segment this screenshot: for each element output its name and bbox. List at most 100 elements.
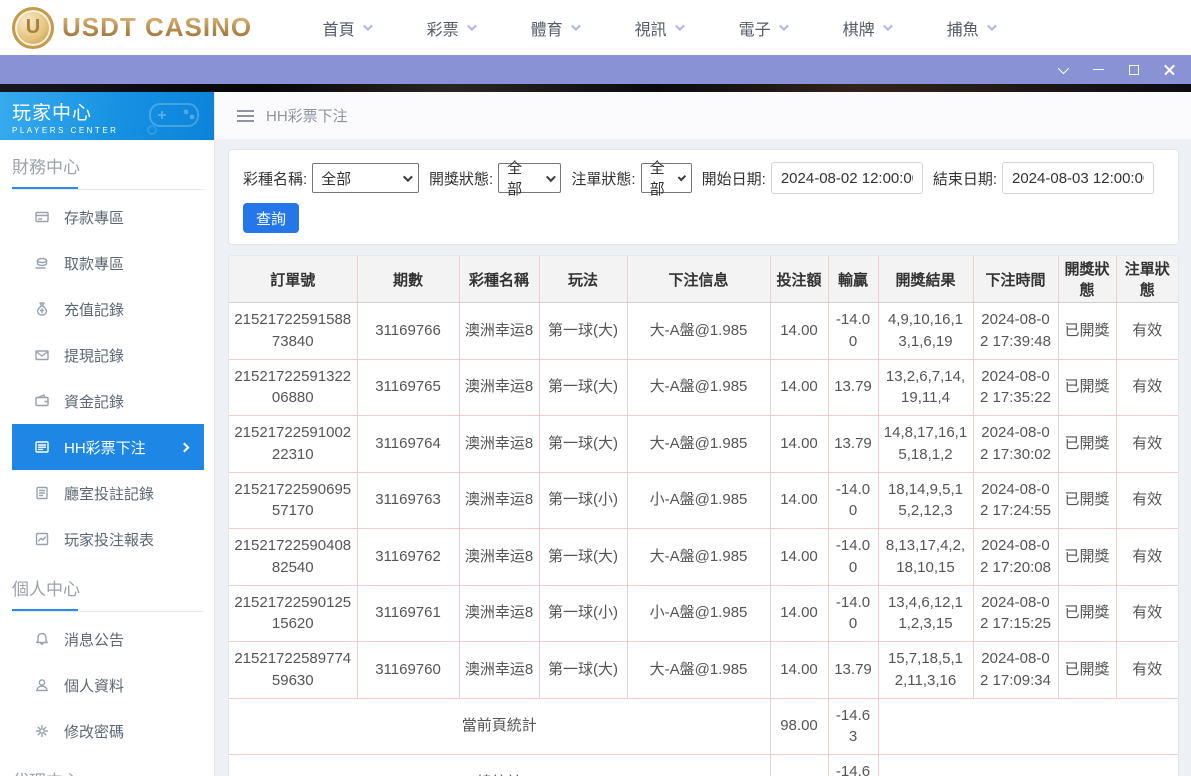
draw-status-select[interactable]: 全部 [498, 160, 562, 198]
table-cell: 澳洲幸运8 [458, 415, 540, 473]
table-cell: 31169760 [356, 641, 460, 699]
hall-bets-icon [36, 486, 48, 500]
summary-label: 總統計 [229, 754, 771, 776]
order-status-select[interactable]: 全部 [640, 160, 692, 198]
nav-item-2[interactable]: 體育 [502, 16, 606, 40]
table-cell: 2024-08-02 17:39:48 [972, 302, 1059, 360]
sidebar-item-label: 提現記錄 [64, 347, 125, 365]
table-cell: 13,2,6,7,14,19,11,4 [877, 358, 974, 416]
nav-item-3[interactable]: 視訊 [606, 16, 710, 40]
sidebar-item-玩家投注報表[interactable]: 玩家投注報表 [12, 516, 204, 562]
sidebar-item-存款專區[interactable]: 存款專區 [12, 194, 204, 240]
table-cell: 31169762 [356, 528, 460, 586]
nav-item-1[interactable]: 彩票 [398, 16, 502, 40]
window-minimize-button[interactable] [1091, 63, 1105, 77]
table-cell: 13,4,6,12,11,2,3,15 [877, 584, 974, 642]
table-cell: 澳洲幸运8 [458, 584, 540, 642]
table-cell: 第一球(小) [538, 584, 628, 642]
sidebar-item-提現記錄[interactable]: 提現記錄 [12, 332, 204, 378]
nav-item-0[interactable]: 首頁 [294, 16, 398, 40]
table-cell: 14.00 [769, 358, 829, 416]
table-cell: 2024-08-02 17:35:22 [972, 358, 1059, 416]
withdraw-icon [35, 257, 48, 269]
table-cell: 有效 [1115, 471, 1178, 529]
sidebar-item-label: 個人資料 [64, 677, 125, 695]
nav-item-label: 電子 [738, 21, 771, 39]
table-cell: 2024-08-02 17:09:34 [972, 641, 1059, 699]
player-report-icon [35, 532, 49, 546]
nav-item-5[interactable]: 棋牌 [814, 16, 918, 40]
query-button[interactable]: 查詢 [243, 203, 300, 233]
table-cell: -14.00 [827, 584, 879, 642]
summary-winloss-total: -14.63 [827, 754, 879, 776]
column-header: 彩種名稱 [458, 256, 540, 303]
table-cell: 4,9,10,16,13,1,6,19 [877, 302, 974, 360]
sidebar-item-修改密碼[interactable]: 修改密碼 [12, 708, 204, 754]
table-cell: -14.00 [827, 471, 879, 529]
start-date-label: 開始日期: [701, 170, 766, 188]
table-cell: 已開獎 [1057, 302, 1117, 360]
table-cell: 18,14,9,5,15,2,12,3 [877, 471, 974, 529]
table-cell: 澳洲幸运8 [458, 358, 540, 416]
nav-item-label: 體育 [530, 21, 563, 39]
chevron-down-icon [570, 21, 581, 32]
nav-item-6[interactable]: 捕魚 [918, 16, 1022, 40]
sidebar-item-資金記錄[interactable]: 資金記錄 [12, 378, 204, 424]
table-cell: 13.79 [827, 641, 879, 699]
grand-total-row: 總統計98.00-14.63 [229, 754, 1178, 776]
end-date-label: 結束日期: [932, 170, 997, 188]
sidebar-item-取款專區[interactable]: 取款專區 [12, 240, 204, 286]
table-cell: 第一球(大) [538, 302, 628, 360]
table-cell: 大-A盤@1.985 [626, 641, 771, 699]
sidebar-item-廳室投註記錄[interactable]: 廳室投註記錄 [12, 470, 204, 516]
window-close-button[interactable] [1163, 63, 1177, 77]
brand-name: USDT CASINO [62, 12, 253, 42]
sidebar-item-HH彩票下注[interactable]: HH彩票下注 [12, 424, 204, 470]
table-cell: 已開獎 [1057, 471, 1117, 529]
sidebar-item-label: 存款專區 [64, 209, 125, 227]
chevron-down-icon [466, 21, 477, 32]
menu-toggle-icon[interactable] [237, 109, 254, 122]
table-cell: 2024-08-02 17:30:02 [972, 415, 1059, 473]
filter-panel: 彩種名稱: 全部 開獎狀態: 全部 注單狀態: 全部 開始日期: 2024-08… [228, 149, 1179, 245]
lottery-name-select[interactable]: 全部 [312, 163, 419, 193]
bell-icon [36, 632, 48, 645]
bets-table: 訂單號 期數 彩種名稱 玩法 下注信息 投注額 輸贏 開獎結果 下注時間 開獎狀態 注單狀態 215… [229, 256, 1178, 776]
table-cell: 2152172259158873840 [229, 302, 358, 360]
main-nav: 首頁 彩票 體育 視訊 電子 棋牌 捕魚 [294, 16, 1022, 40]
table-cell: 2152172258977459630 [229, 641, 358, 699]
table-cell: 13.79 [827, 415, 879, 473]
table-cell: 31169764 [356, 415, 460, 473]
table-cell: 31169766 [356, 302, 460, 360]
table-cell: 2152172259132206880 [229, 358, 358, 416]
sidebar-item-label: 玩家投注報表 [64, 531, 155, 549]
table-cell: 第一球(大) [538, 641, 628, 699]
table-cell: 2152172259012515620 [229, 584, 358, 642]
table-row: 2152172259040882540 31169762 澳洲幸运8 第一球(大) 大-… [229, 528, 1178, 586]
table-cell: 澳洲幸运8 [458, 302, 540, 360]
page-body: 彩種名稱: 全部 開獎狀態: 全部 注單狀態: 全部 開始日期: 2024-08… [215, 140, 1191, 776]
table-cell: 澳洲幸运8 [458, 528, 540, 586]
lottery-name-label: 彩種名稱: [243, 170, 308, 188]
sidebar-item-個人資料[interactable]: 個人資料 [12, 662, 204, 708]
sidebar-item-充值記錄[interactable]: 充值記錄 [12, 286, 204, 332]
section-underline [12, 187, 204, 190]
column-header: 訂單號 [229, 256, 358, 303]
table-cell: 2152172259100222310 [229, 415, 358, 473]
sidebar-item-消息公告[interactable]: 消息公告 [12, 616, 204, 662]
table-cell: 2024-08-02 17:20:08 [972, 528, 1059, 586]
table-cell: 31169765 [356, 358, 460, 416]
table-cell: 大-A盤@1.985 [626, 415, 771, 473]
brand-logo[interactable]: U USDT CASINO [12, 6, 253, 49]
window-collapse-button[interactable] [1055, 62, 1070, 77]
table-cell: 14.00 [769, 415, 829, 473]
nav-item-4[interactable]: 電子 [710, 16, 814, 40]
usdt-coin-logo-icon: U [12, 6, 54, 49]
start-date-input[interactable] [770, 162, 923, 194]
table-cell: -14.00 [827, 302, 879, 360]
end-date-input[interactable] [1002, 162, 1154, 194]
table-cell: 31169763 [356, 471, 460, 529]
window-maximize-button[interactable] [1127, 63, 1141, 77]
column-header: 玩法 [538, 256, 628, 303]
sidebar-item-label: 廳室投註記錄 [64, 485, 155, 503]
